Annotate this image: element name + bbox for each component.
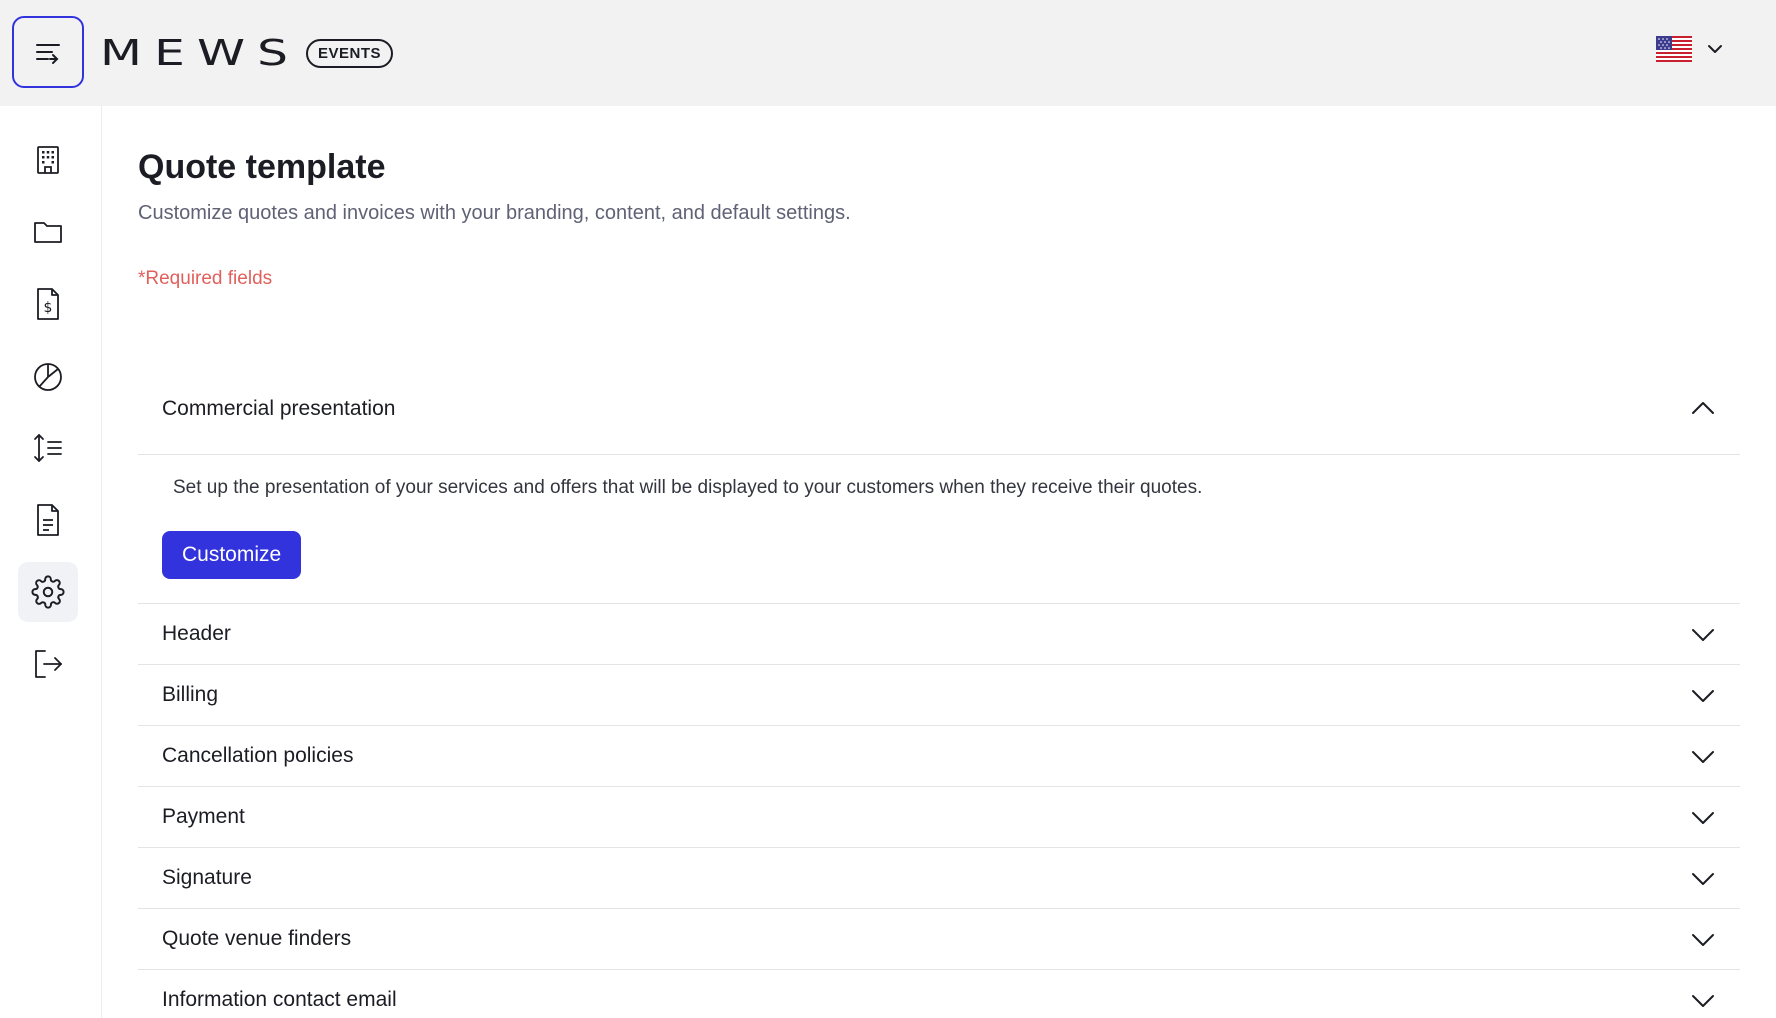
sidebar-item-folders[interactable] [18,202,78,262]
accordion-label: Commercial presentation [162,397,396,420]
accordion-label: Billing [162,683,219,706]
accordion-header-quote-venue-finders[interactable]: Quote venue finders [138,909,1740,969]
chevron-down-icon [1692,873,1714,885]
accordion-label: Signature [162,866,252,889]
language-selector[interactable] [1656,36,1724,62]
sidebar-item-reports[interactable] [18,346,78,406]
folder-icon [34,222,62,243]
accordion-header-billing[interactable]: Billing [138,665,1740,725]
page-title: Quote template [138,148,386,186]
top-bar: MEWS EVENTS [0,0,1776,106]
accordion-header-information-contact-email[interactable]: Information contact email [138,970,1740,1018]
chevron-down-icon [1692,812,1714,824]
required-fields-note: *Required fields [138,268,273,289]
logout-icon [35,650,62,678]
sidebar-item-logout[interactable] [18,634,78,694]
accordion-header-signature[interactable]: Signature [138,848,1740,908]
brand-logo[interactable]: MEWS EVENTS [100,31,394,75]
menu-toggle-button[interactable] [12,16,84,88]
section-payment: Payment [138,787,1740,848]
chevron-down-icon [1708,45,1722,53]
sidebar-item-sorting[interactable] [18,418,78,478]
section-quote-venue-finders: Quote venue finders [138,909,1740,970]
sort-list-icon [34,434,62,462]
svg-text:$: $ [44,300,53,316]
page-subtitle: Customize quotes and invoices with your … [138,202,851,224]
gear-icon [31,575,65,609]
sidebar-item-property[interactable] [18,130,78,190]
sidebar-item-settings[interactable] [18,562,78,622]
building-icon [37,146,59,174]
chevron-down-icon [1692,934,1714,946]
accordion-label: Cancellation policies [162,744,354,767]
section-information-contact-email: Information contact email [138,970,1740,1018]
accordion-header-commercial-presentation[interactable]: Commercial presentation [138,364,1740,454]
section-commercial-presentation: Commercial presentation Set up the prese… [138,364,1740,604]
section-signature: Signature [138,848,1740,909]
sidebar: $ [0,106,102,1018]
accordion-label: Quote venue finders [162,927,352,950]
sidebar-item-invoices[interactable]: $ [18,274,78,334]
chevron-down-icon [1692,751,1714,763]
accordion-body-commercial-presentation: Set up the presentation of your services… [138,454,1740,603]
accordion-label: Header [162,622,231,645]
customize-button[interactable]: Customize [162,531,302,579]
accordion-header-header[interactable]: Header [138,604,1740,664]
sidebar-item-documents[interactable] [18,490,78,550]
section-billing: Billing [138,665,1740,726]
section-header: Header [138,604,1740,665]
accordion-label: Information contact email [162,988,397,1011]
accordion-header-payment[interactable]: Payment [138,787,1740,847]
section-cancellation-policies: Cancellation policies [138,726,1740,787]
section-description: Set up the presentation of your services… [173,477,1203,498]
accordion-label: Payment [162,805,245,828]
chevron-up-icon [1692,402,1714,414]
accordion-header-cancellation-policies[interactable]: Cancellation policies [138,726,1740,786]
menu-icon [36,44,60,64]
chevron-down-icon [1692,995,1714,1007]
document-icon [37,504,59,536]
brand-wordmark: MEWS [100,32,301,74]
chevron-down-icon [1692,629,1714,641]
settings-accordion: Commercial presentation Set up the prese… [138,397,1740,1018]
invoice-dollar-icon: $ [37,288,59,320]
us-flag-icon [1656,36,1692,62]
pie-chart-icon [34,363,62,391]
chevron-down-icon [1692,690,1714,702]
